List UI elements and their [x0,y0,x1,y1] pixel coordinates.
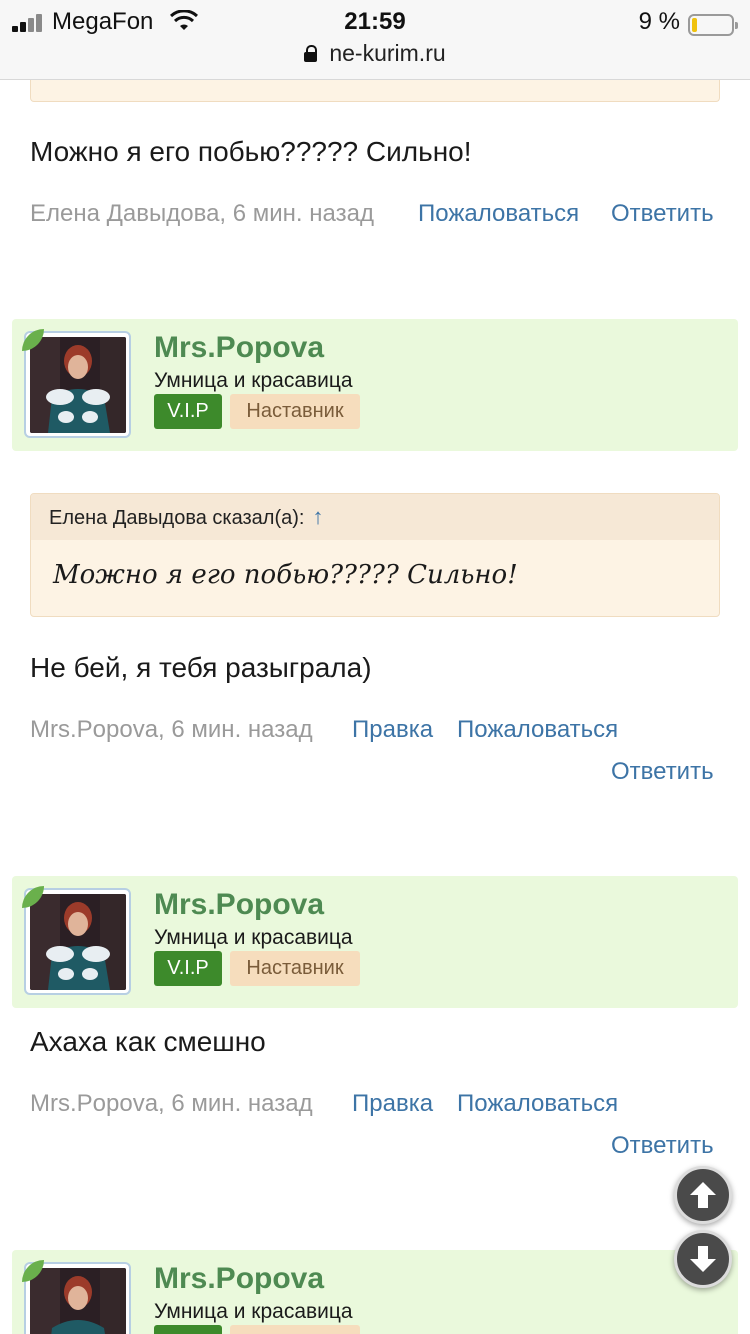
user-card: Mrs.Popova Умница и красавица [12,1250,738,1334]
quote-block: Елена Давыдова сказал(а): ↑ Можно я его п… [30,493,720,617]
post-meta: Елена Давыдова, 6 мин. назад [30,200,374,228]
avatar-image [30,894,126,990]
quote-author: Елена Давыдова сказал(а): [49,507,305,529]
post-author-time: Mrs.Popova, 6 мин. назад [30,1090,313,1117]
vip-badge: V.I.P [154,951,222,986]
edit-link[interactable]: Правка [352,716,433,744]
role-badge [230,1325,360,1334]
avatar-image [30,1268,126,1334]
role-badge: Наставник [230,394,360,429]
scroll-down-button[interactable] [674,1230,732,1288]
clock: 21:59 [344,8,406,35]
username[interactable]: Mrs.Popova [154,888,324,922]
user-title: Умница и красавица [154,1300,353,1323]
post-text: Не бей, я тебя разыграла) [30,652,372,683]
reply-link[interactable]: Ответить [611,200,714,228]
battery-icon [688,14,738,36]
report-link[interactable]: Пожаловаться [418,200,579,228]
avatar-image [30,337,126,433]
quote-text: Можно я его побью????? Сильно! [53,560,518,590]
vip-badge: V.I.P [154,394,222,429]
reply-link[interactable]: Ответить [611,758,714,786]
user-title: Умница и красавица [154,369,353,392]
post-text: Ахаха как смешно [30,1026,266,1057]
username[interactable]: Mrs.Popova [154,331,324,365]
post-meta: Mrs.Popova, 6 мин. назад [30,1090,313,1118]
role-badge: Наставник [230,951,360,986]
user-card: Mrs.Popova Умница и красавица V.I.P Наст… [12,876,738,1008]
report-link[interactable]: Пожаловаться [457,716,618,744]
post-text: Можно я его побью????? Сильно! [30,136,472,167]
scroll-up-button[interactable] [674,1166,732,1224]
jump-to-quote-icon[interactable]: ↑ [312,504,323,529]
avatar[interactable] [24,331,131,438]
username[interactable]: Mrs.Popova [154,1262,324,1296]
url-text: ne-kurim.ru [329,40,446,66]
arrow-down-icon [690,1246,716,1272]
lock-icon [304,45,318,62]
avatar[interactable] [24,1262,131,1334]
post-author-time: Mrs.Popova, 6 мин. назад [30,716,313,743]
post-author-time: Елена Давыдова, 6 мин. назад [30,200,374,227]
user-title: Умница и красавица [154,926,353,949]
arrow-up-icon [690,1182,716,1208]
quote-header: Елена Давыдова сказал(а): ↑ [31,494,719,540]
status-bar: MegaFon 21:59 9 % ne-kurim.ru [0,0,750,80]
user-card: Mrs.Popova Умница и красавица V.I.P Наст… [12,319,738,451]
post-meta: Mrs.Popova, 6 мин. назад [30,716,313,744]
address-bar[interactable]: ne-kurim.ru [0,40,750,67]
edit-link[interactable]: Правка [352,1090,433,1118]
report-link[interactable]: Пожаловаться [457,1090,618,1118]
avatar[interactable] [24,888,131,995]
vip-badge [154,1325,222,1334]
battery-percent: 9 % [638,8,680,35]
reply-link[interactable]: Ответить [611,1132,714,1160]
